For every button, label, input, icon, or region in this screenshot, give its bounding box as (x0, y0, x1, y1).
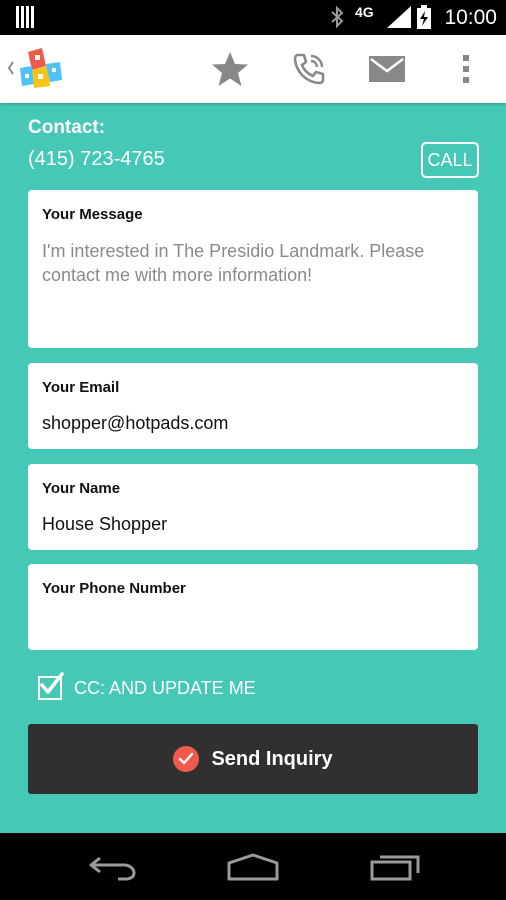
name-field[interactable]: Your Name House Shopper (28, 464, 478, 550)
phone-number-field[interactable]: Your Phone Number (28, 564, 478, 650)
bars-icon (16, 6, 34, 33)
nav-recents-button[interactable] (370, 853, 420, 886)
bluetooth-icon (330, 5, 344, 33)
nav-back-button[interactable] (88, 855, 136, 886)
cc-update-toggle[interactable]: CC: AND UPDATE ME (38, 672, 256, 701)
app-logo-icon (7, 48, 62, 88)
favorite-button[interactable] (210, 49, 250, 89)
app-home-button[interactable] (7, 48, 66, 95)
battery-icon (417, 5, 431, 34)
email-value: shopper@hotpads.com (42, 413, 229, 433)
call-action-button[interactable] (289, 49, 329, 89)
name-value: House Shopper (42, 514, 168, 534)
overflow-menu-button[interactable] (446, 49, 486, 89)
name-label: Your Name (42, 480, 121, 497)
cc-label: CC: AND UPDATE ME (74, 677, 256, 698)
back-icon (89, 856, 136, 881)
clock: 10:00 (444, 6, 497, 29)
call-button[interactable]: CALL (421, 142, 479, 178)
message-field[interactable]: Your Message I'm interested in The Presi… (28, 190, 478, 348)
status-bar: 4G 10:00 (0, 0, 506, 35)
network-type: 4G (355, 4, 374, 20)
star-icon (212, 52, 248, 86)
email-field[interactable]: Your Email shopper@hotpads.com (28, 363, 478, 449)
system-nav-bar (0, 833, 506, 900)
contact-label: Contact: (28, 117, 106, 138)
check-circle-icon (173, 746, 200, 772)
email-action-button[interactable] (367, 49, 407, 89)
cc-checkbox[interactable] (38, 672, 64, 700)
contact-phone: (415) 723-4765 (28, 148, 165, 170)
action-bar (0, 35, 506, 103)
phone-number-label: Your Phone Number (42, 580, 186, 597)
signal-icon (387, 6, 411, 33)
message-label: Your Message (42, 206, 143, 223)
inquiry-form-screen: Contact: (415) 723-4765 CALL Your Messag… (0, 103, 506, 833)
phone-icon (293, 53, 325, 85)
send-inquiry-label: Send Inquiry (211, 747, 333, 770)
mail-icon (369, 56, 405, 82)
message-placeholder: I'm interested in The Presidio Landmark.… (42, 241, 425, 285)
overflow-menu-icon (463, 55, 469, 83)
nav-home-button[interactable] (226, 853, 280, 886)
checkmark-icon (40, 672, 64, 694)
home-icon (227, 853, 279, 881)
email-label: Your Email (42, 379, 120, 396)
recents-icon (370, 855, 420, 881)
send-inquiry-button[interactable]: Send Inquiry (28, 724, 478, 794)
